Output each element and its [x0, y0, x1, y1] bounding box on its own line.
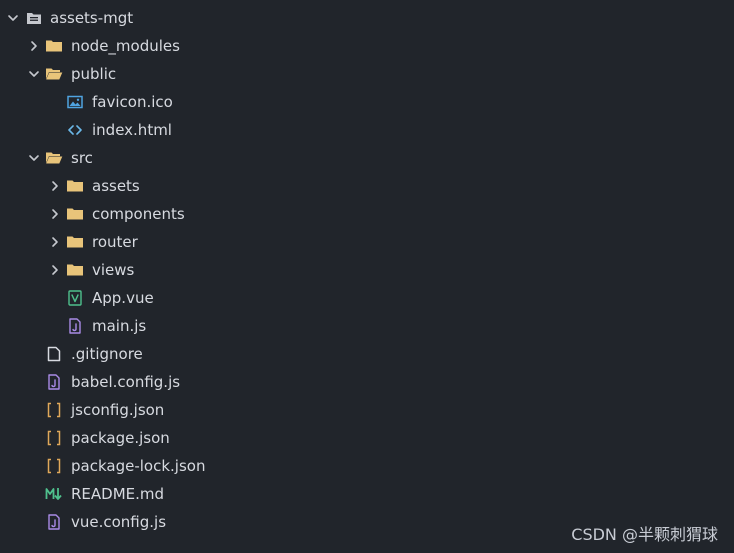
folder-icon: [66, 205, 84, 223]
folder-row[interactable]: assets-mgt: [0, 4, 734, 32]
folder-row[interactable]: router: [0, 228, 734, 256]
tree-item-label: views: [92, 261, 135, 279]
markdown-file-icon: [45, 485, 63, 503]
html-file-icon: [66, 121, 84, 139]
file-row[interactable]: .gitignore: [0, 340, 734, 368]
folder-icon: [45, 149, 63, 167]
folder-icon: [45, 37, 63, 55]
chevron-down-icon[interactable]: [27, 144, 41, 172]
tree-item-label: node_modules: [71, 37, 180, 55]
file-row[interactable]: package.json: [0, 424, 734, 452]
file-row[interactable]: favicon.ico: [0, 88, 734, 116]
file-row[interactable]: package-lock.json: [0, 452, 734, 480]
js-file-icon: [45, 373, 63, 391]
tree-item-label: assets: [92, 177, 140, 195]
tree-item-label: public: [71, 65, 117, 83]
folder-icon: [45, 65, 63, 83]
vue-file-icon: [66, 289, 84, 307]
file-row[interactable]: README.md: [0, 480, 734, 508]
json-file-icon: [45, 457, 63, 475]
chevron-right-icon[interactable]: [27, 32, 41, 60]
tree-item-label: App.vue: [92, 289, 154, 307]
file-row[interactable]: babel.config.js: [0, 368, 734, 396]
js-file-icon: [66, 317, 84, 335]
tree-item-label: README.md: [71, 485, 165, 503]
folder-row[interactable]: components: [0, 200, 734, 228]
tree-item-label: main.js: [92, 317, 147, 335]
tree-item-label: router: [92, 233, 138, 251]
tree-item-label: package-lock.json: [71, 457, 206, 475]
folder-row[interactable]: public: [0, 60, 734, 88]
tree-item-label: jsconfig.json: [71, 401, 165, 419]
tree-item-label: vue.config.js: [71, 513, 167, 531]
folder-row[interactable]: views: [0, 256, 734, 284]
watermark: CSDN @半颗刺猬球: [571, 525, 718, 544]
image-file-icon: [66, 93, 84, 111]
tree-item-label: components: [92, 205, 185, 223]
folder-row[interactable]: node_modules: [0, 32, 734, 60]
tree-item-label: src: [71, 149, 93, 167]
chevron-down-icon[interactable]: [6, 4, 20, 32]
tree-item-label: favicon.ico: [92, 93, 173, 111]
file-row[interactable]: index.html: [0, 116, 734, 144]
file-explorer-tree: assets-mgt node_modulespublic favicon.ico i…: [0, 4, 734, 536]
tree-item-label: babel.config.js: [71, 373, 181, 391]
root-folder-icon: [25, 9, 43, 27]
folder-icon: [66, 261, 84, 279]
json-file-icon: [45, 429, 63, 447]
tree-item-label: assets-mgt: [50, 9, 134, 27]
folder-icon: [66, 177, 84, 195]
file-icon: [45, 345, 63, 363]
chevron-right-icon[interactable]: [48, 172, 62, 200]
file-row[interactable]: App.vue: [0, 284, 734, 312]
json-file-icon: [45, 401, 63, 419]
chevron-right-icon[interactable]: [48, 228, 62, 256]
tree-item-label: package.json: [71, 429, 170, 447]
folder-row[interactable]: assets: [0, 172, 734, 200]
chevron-right-icon[interactable]: [48, 256, 62, 284]
chevron-down-icon[interactable]: [27, 60, 41, 88]
folder-row[interactable]: src: [0, 144, 734, 172]
file-row[interactable]: jsconfig.json: [0, 396, 734, 424]
js-file-icon: [45, 513, 63, 531]
tree-item-label: index.html: [92, 121, 172, 139]
tree-item-label: .gitignore: [71, 345, 143, 363]
file-row[interactable]: main.js: [0, 312, 734, 340]
chevron-right-icon[interactable]: [48, 200, 62, 228]
folder-icon: [66, 233, 84, 251]
